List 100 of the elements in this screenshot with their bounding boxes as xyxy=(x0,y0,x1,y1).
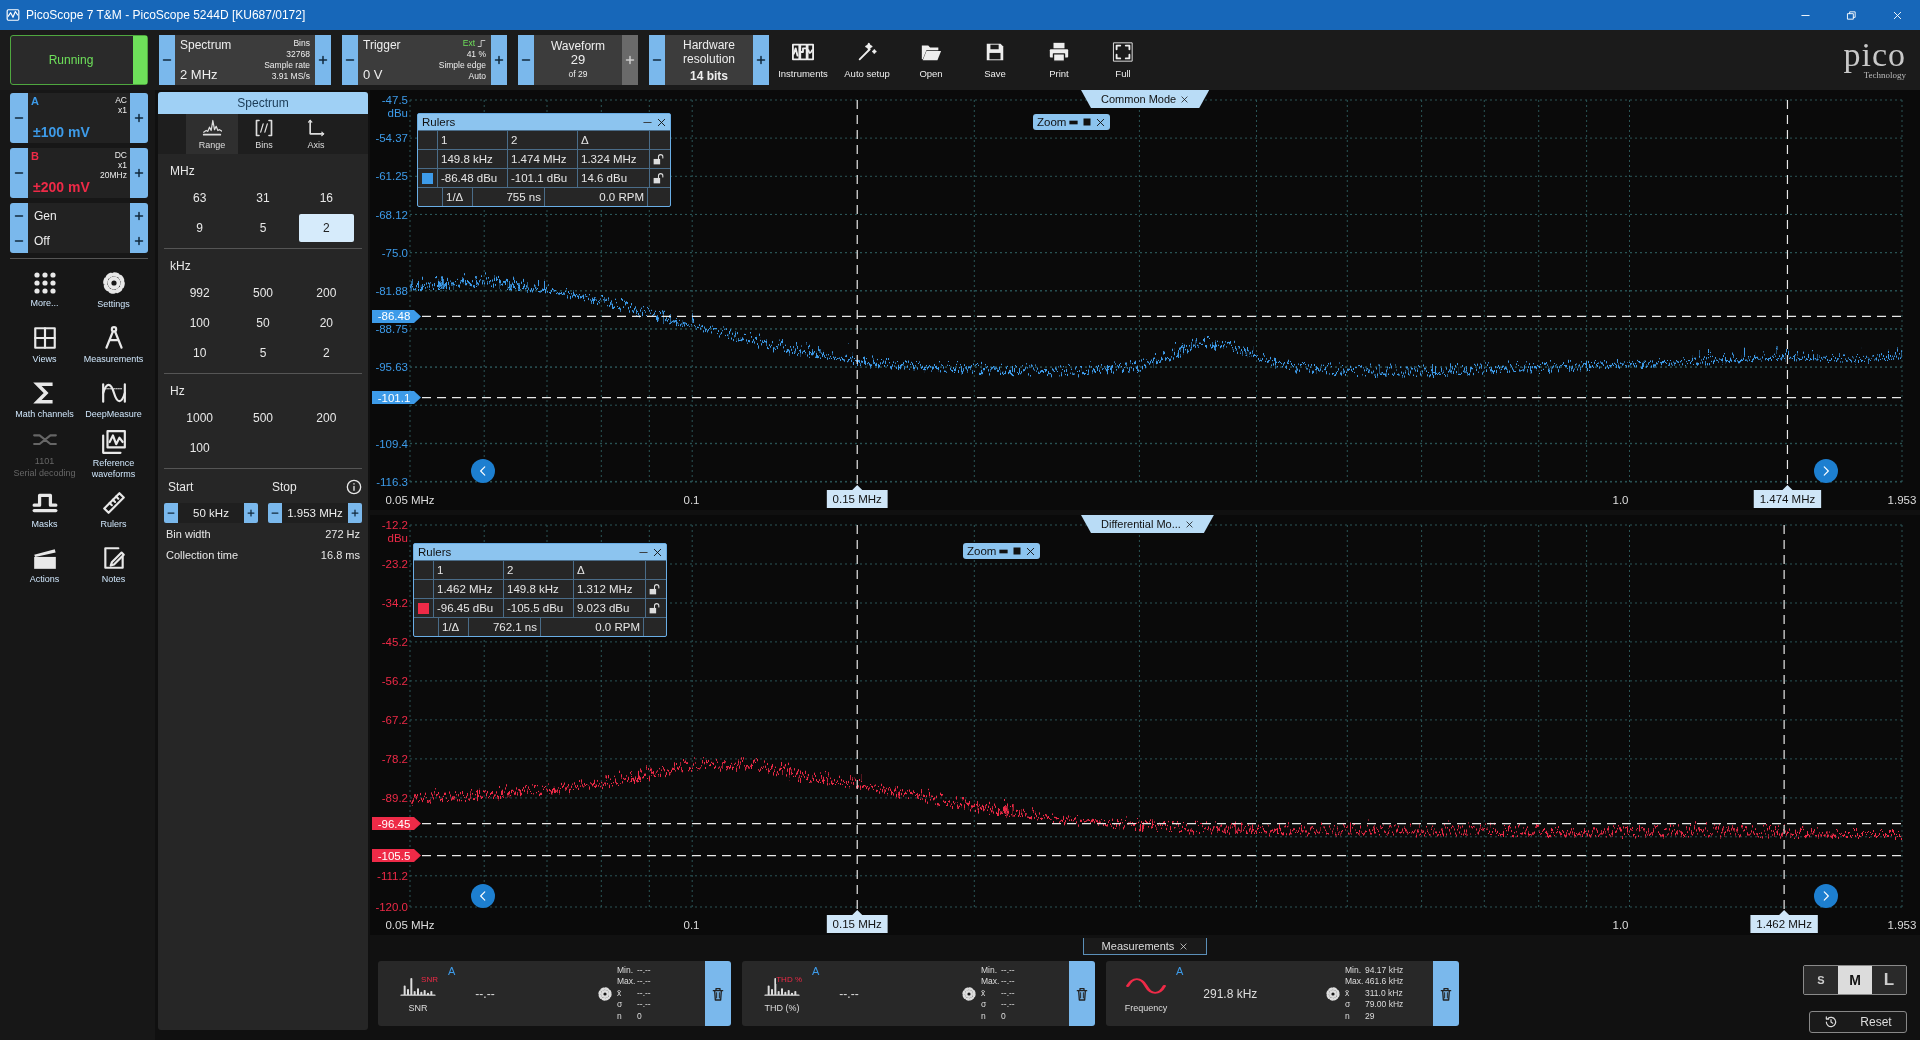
range-option[interactable]: 20 xyxy=(298,309,354,337)
tool-button[interactable]: Settings xyxy=(79,262,148,317)
reset-button[interactable]: Reset xyxy=(1809,1011,1907,1033)
range-option[interactable]: 2 xyxy=(298,214,354,242)
tool-button[interactable]: Actions xyxy=(10,537,79,592)
range-option[interactable]: 500 xyxy=(235,404,291,432)
view-tab[interactable]: Differential Mo... xyxy=(1081,515,1214,533)
close-button[interactable] xyxy=(656,116,667,128)
axis-tick-label: -89.2 xyxy=(381,791,408,804)
print-button[interactable]: Print xyxy=(1029,35,1089,85)
range-option[interactable]: 200 xyxy=(298,279,354,307)
increase-button[interactable] xyxy=(130,93,148,143)
range-option[interactable]: 5 xyxy=(235,214,291,242)
full-button[interactable]: Full xyxy=(1093,35,1153,85)
range-option[interactable]: 2 xyxy=(298,339,354,367)
ruler-value-label[interactable]: -105.5 xyxy=(372,849,421,863)
range-option[interactable]: 9 xyxy=(172,214,228,242)
autosetup-button[interactable]: Auto setup xyxy=(837,35,897,85)
decrease-button[interactable] xyxy=(268,503,282,523)
close-icon[interactable] xyxy=(1025,545,1037,557)
increase-button[interactable] xyxy=(753,35,769,85)
delete-button[interactable] xyxy=(1069,961,1095,1026)
range-option[interactable]: 992 xyxy=(172,279,228,307)
scroll-right-button[interactable] xyxy=(1814,459,1838,483)
scroll-left-button[interactable] xyxy=(471,459,495,483)
stat-label: σ xyxy=(981,999,988,1011)
increase-button[interactable] xyxy=(130,148,148,198)
close-icon xyxy=(1179,941,1189,951)
ruler-value-label[interactable]: 0.15 MHz xyxy=(826,485,888,508)
tool-button[interactable]: Math channels xyxy=(10,372,79,427)
decrease-button[interactable] xyxy=(164,503,178,523)
increase-button[interactable] xyxy=(315,35,331,85)
range-option[interactable]: 100 xyxy=(172,434,228,462)
ruler-value-label[interactable]: -96.45 xyxy=(372,817,421,831)
range-option[interactable]: 5 xyxy=(235,339,291,367)
increase-button[interactable] xyxy=(491,35,507,85)
panel-tab[interactable]: Range xyxy=(186,114,238,154)
range-option[interactable]: 500 xyxy=(235,279,291,307)
bins-value: 32768 xyxy=(286,49,310,60)
generator-state: Off xyxy=(33,233,51,248)
range-option[interactable]: 1000 xyxy=(172,404,228,432)
tool-button[interactable]: Views xyxy=(10,317,79,372)
close-icon[interactable] xyxy=(1095,116,1107,128)
range-option[interactable]: 31 xyxy=(235,184,291,212)
axis-tick-label: 1.953 xyxy=(1887,919,1917,931)
ruler-value-label[interactable]: 1.462 MHz xyxy=(1750,910,1818,933)
delete-button[interactable] xyxy=(705,961,731,1026)
channel-label: A xyxy=(448,965,456,977)
scroll-right-button[interactable] xyxy=(1814,884,1838,908)
close-icon xyxy=(1891,9,1903,21)
tool-button[interactable]: More... xyxy=(10,262,79,317)
delete-button[interactable] xyxy=(1433,961,1459,1026)
close-button[interactable] xyxy=(652,546,663,558)
tool-button[interactable]: Measurements xyxy=(79,317,148,372)
decrease-button[interactable] xyxy=(10,203,28,228)
range-option[interactable]: 100 xyxy=(172,309,228,337)
panel-tab[interactable]: Measurements xyxy=(1082,938,1208,955)
frequency-field[interactable]: 1.953 MHz xyxy=(282,503,348,523)
range-option[interactable]: 200 xyxy=(298,404,354,432)
square-icon[interactable] xyxy=(1011,545,1024,557)
view-tab[interactable]: Common Mode xyxy=(1081,90,1210,108)
increase-button[interactable] xyxy=(130,228,148,253)
frequency-field[interactable]: 50 kHz xyxy=(178,503,244,523)
run-button[interactable]: Running xyxy=(10,35,148,85)
size-button[interactable]: S xyxy=(1804,966,1838,994)
panel-tab[interactable]: Axis xyxy=(290,114,342,154)
trigger-mode: Auto xyxy=(468,71,486,82)
range-option[interactable]: 16 xyxy=(298,184,354,212)
increase-button[interactable] xyxy=(130,203,148,228)
tool-button[interactable]: Masks xyxy=(10,482,79,537)
range-option[interactable]: 10 xyxy=(172,339,228,367)
decrease-button[interactable] xyxy=(10,228,28,253)
increase-button[interactable] xyxy=(244,503,258,523)
table-cell: -101.1 dBu xyxy=(508,169,578,187)
unit-label: Hz xyxy=(170,384,186,398)
panel-tab[interactable]: Bins xyxy=(238,114,290,154)
axis-tick-label: -81.88 xyxy=(375,284,408,297)
ruler-value-label[interactable]: 0.15 MHz xyxy=(826,910,888,933)
size-button[interactable]: M xyxy=(1838,966,1872,994)
tool-button[interactable]: Notes xyxy=(79,537,148,592)
generator-label: Gen xyxy=(33,208,58,223)
measurement-value: 291.8 kHz xyxy=(1203,986,1259,1001)
ruler-value-label[interactable]: 1.474 MHz xyxy=(1753,485,1822,508)
tool-button[interactable]: Rulers xyxy=(79,482,148,537)
table-cell: -105.5 dBu xyxy=(504,599,574,617)
open-button[interactable]: Open xyxy=(901,35,961,85)
square-icon[interactable] xyxy=(1081,116,1094,128)
size-button[interactable]: L xyxy=(1872,966,1906,994)
tool-button[interactable]: Reference waveforms xyxy=(79,427,148,482)
range-option[interactable]: 63 xyxy=(172,184,228,212)
save-button[interactable]: Save xyxy=(965,35,1025,85)
axis-tick-label: 0.1 xyxy=(683,494,700,506)
instruments-button[interactable]: Instruments xyxy=(773,35,833,85)
scroll-left-button[interactable] xyxy=(471,884,495,908)
axis-tick-label: 1.953 xyxy=(1887,494,1917,506)
stacked-graph-icon xyxy=(100,429,127,455)
range-option[interactable]: 50 xyxy=(235,309,291,337)
tool-button[interactable]: DeepMeasure xyxy=(79,372,148,427)
increase-button[interactable] xyxy=(348,503,362,523)
waveform-number: 29 xyxy=(570,53,586,67)
